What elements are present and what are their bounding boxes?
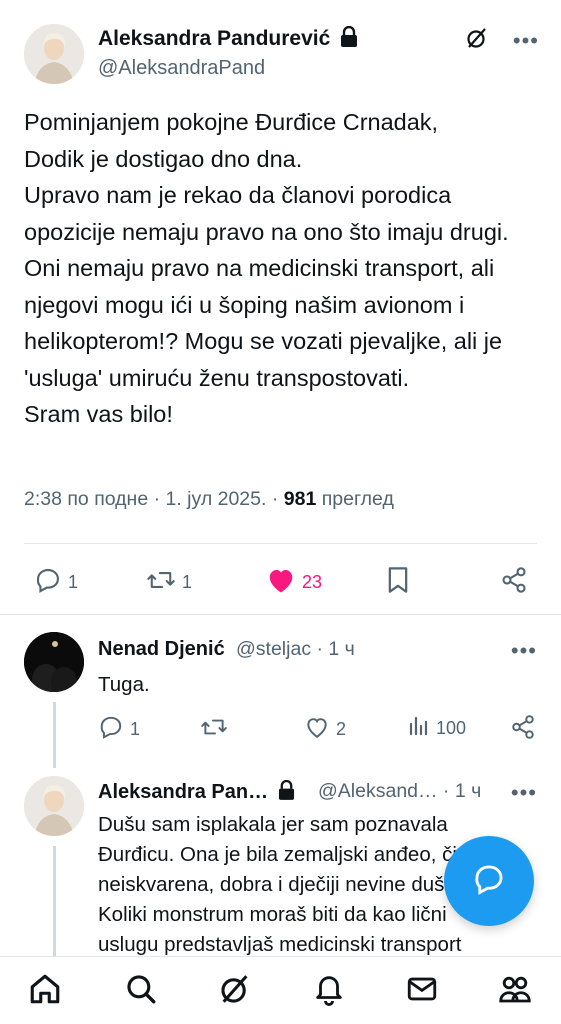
reply-button[interactable]: 1 xyxy=(98,714,140,745)
like-count: 2 xyxy=(336,719,347,739)
share-button[interactable] xyxy=(510,714,536,745)
share-icon xyxy=(500,566,528,599)
lock-icon xyxy=(340,25,358,53)
author-avatar[interactable] xyxy=(24,24,84,84)
repost-button[interactable] xyxy=(200,714,228,745)
share-icon xyxy=(510,714,536,745)
notifications-icon xyxy=(312,972,346,1011)
repost-button[interactable]: 1 xyxy=(146,566,192,599)
views-count: 100 xyxy=(436,718,467,738)
reply-time: · 1 ч xyxy=(437,780,482,802)
grok-icon xyxy=(218,972,252,1011)
nav-grok[interactable] xyxy=(217,973,253,1009)
bookmark-icon xyxy=(385,566,411,599)
bookmark-button[interactable] xyxy=(385,566,411,599)
more-icon[interactable]: ••• xyxy=(511,640,537,662)
like-button[interactable]: 23 xyxy=(266,566,322,599)
reply-count: 1 xyxy=(68,572,79,592)
more-icon[interactable]: ••• xyxy=(511,782,537,804)
reply-author-handle[interactable]: @steljac xyxy=(236,638,311,660)
reply-text: Dušu sam isplakala jer sam poznavala Đur… xyxy=(98,810,484,960)
compose-message-icon xyxy=(472,862,506,901)
search-icon xyxy=(124,972,158,1011)
grok-icon[interactable] xyxy=(465,26,489,55)
views-button[interactable]: 100 xyxy=(408,714,466,743)
nav-home[interactable] xyxy=(27,973,63,1009)
share-button[interactable] xyxy=(500,566,528,599)
divider xyxy=(24,543,537,544)
author-name[interactable]: Aleksandra Pandurević xyxy=(98,25,358,53)
nav-messages[interactable] xyxy=(404,973,440,1009)
lock-icon xyxy=(278,779,295,806)
compose-message-button[interactable] xyxy=(444,836,534,926)
heart-icon xyxy=(304,714,330,745)
reply-text: Tuga. xyxy=(98,673,150,696)
views-label: преглед xyxy=(316,488,394,510)
like-count: 23 xyxy=(302,572,323,592)
bottom-navigation xyxy=(0,956,561,1024)
reply-text-line: Đurđicu. Ona je bila zemaljski anđeo, či… xyxy=(98,843,485,866)
tweet-meta: 2:38 по подне · 1. јул 2025. · 981 прегл… xyxy=(24,488,394,511)
more-icon[interactable]: ••• xyxy=(513,29,539,52)
reply-author-name[interactable]: Nenad Djenić xyxy=(98,638,225,661)
author-handle[interactable]: @AleksandraPand xyxy=(98,57,265,80)
tweet-timestamp[interactable]: 2:38 по подне · 1. јул 2025. · xyxy=(24,488,284,510)
nav-communities[interactable] xyxy=(497,973,533,1009)
views-count: 981 xyxy=(283,488,317,510)
home-icon xyxy=(28,972,62,1011)
tweet-text: Pominjanjem pokojne Đurđice Crnadak, Dod… xyxy=(24,109,509,427)
like-button[interactable]: 2 xyxy=(304,714,346,745)
reply-author-handle[interactable]: @Aleksand… xyxy=(318,780,438,802)
reply-count: 1 xyxy=(130,719,141,739)
reply-text-line: Koliki monstrum moraš biti da kao lični xyxy=(98,903,447,926)
nav-search[interactable] xyxy=(123,973,159,1009)
heart-icon xyxy=(266,566,296,599)
reply-author-name[interactable]: Aleksandra Pan… xyxy=(98,779,295,806)
divider xyxy=(0,614,561,615)
reply-text-line: Dušu sam isplakala jer sam poznavala xyxy=(98,813,448,836)
thread-line xyxy=(53,846,56,956)
thread-line xyxy=(53,702,56,768)
reply-icon xyxy=(34,566,62,599)
reply-icon xyxy=(98,714,124,745)
messages-icon xyxy=(405,972,439,1011)
reply-time: · 1 ч xyxy=(311,638,355,660)
reply-meta: @steljac · 1 ч xyxy=(236,638,355,661)
views-icon xyxy=(408,714,430,743)
tweet-header-actions: ••• xyxy=(465,26,539,55)
nav-notifications[interactable] xyxy=(311,973,347,1009)
reply-author-avatar[interactable] xyxy=(24,776,84,836)
repost-icon xyxy=(146,566,176,599)
repost-icon xyxy=(200,714,228,745)
reply-button[interactable]: 1 xyxy=(34,566,78,599)
reply-meta: @Aleksand… · 1 ч xyxy=(318,780,481,803)
reply-author-avatar[interactable] xyxy=(24,632,84,692)
repost-count: 1 xyxy=(182,572,193,592)
communities-icon xyxy=(497,971,533,1012)
reply-text-line: neiskvarena, dobra i dječiji nevine duše… xyxy=(98,873,462,896)
